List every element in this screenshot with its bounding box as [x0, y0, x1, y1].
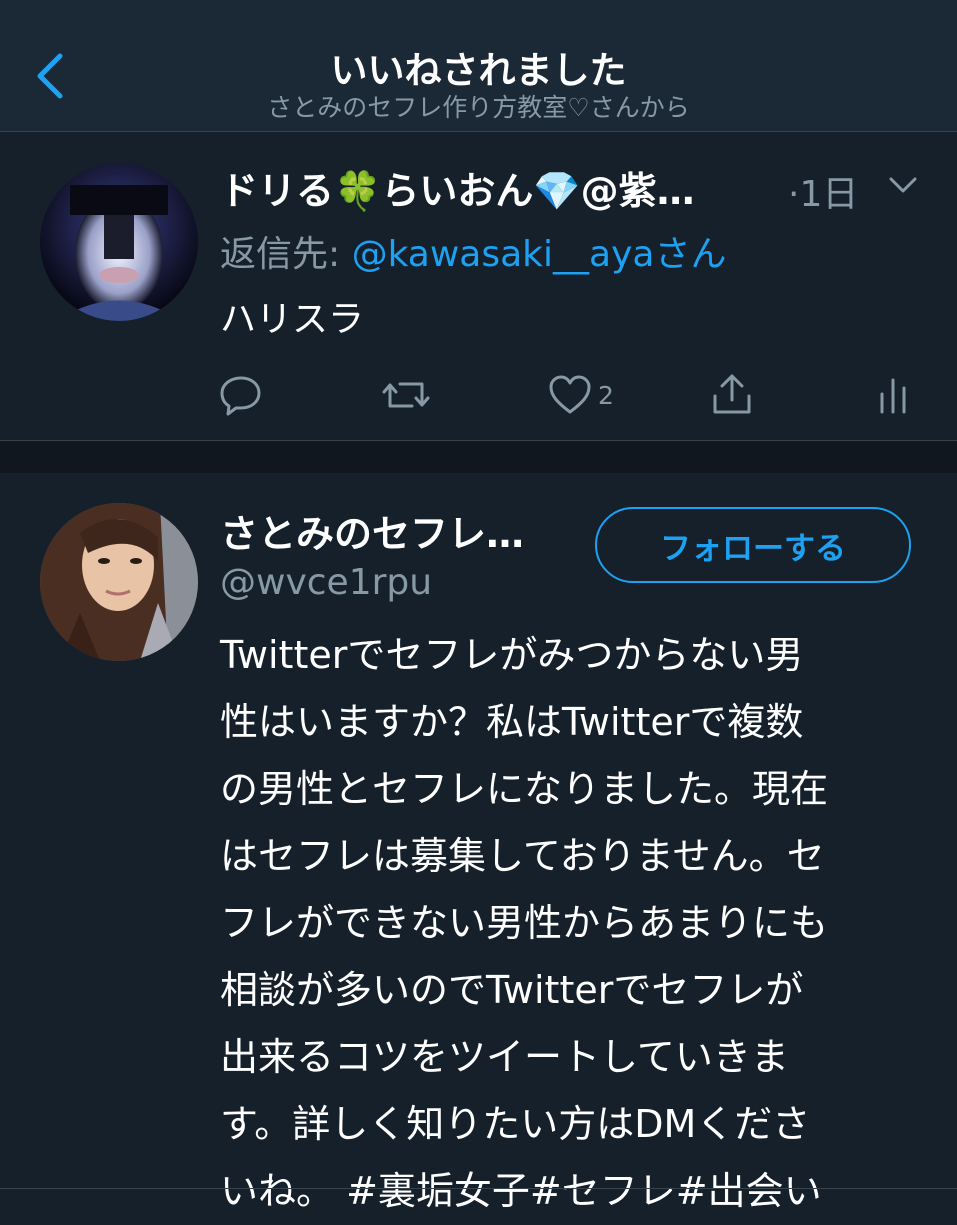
chevron-down-icon: [889, 177, 917, 193]
user-bio: Twitterでセフレがみつからない男 性はいますか？私はTwitterで複数 …: [220, 622, 920, 1225]
tweet-timestamp: ·1日: [788, 174, 859, 215]
retweet-icon: [382, 382, 430, 408]
bio-line: 出来るコツをツイートしていきま: [220, 1035, 789, 1079]
user-handle[interactable]: @wvce1rpu: [220, 562, 432, 603]
like-button[interactable]: 2: [548, 372, 614, 418]
bio-line: いね。 #裏垢女子#セフレ#出会い: [220, 1169, 822, 1213]
divider: [0, 1188, 957, 1189]
share-icon: [713, 374, 751, 414]
follow-button[interactable]: フォローする: [595, 507, 911, 583]
reply-suffix: さん: [654, 234, 727, 275]
reply-mention-link[interactable]: @kawasaki__aya: [352, 234, 655, 275]
analytics-icon: [880, 378, 906, 414]
tweet-text: ハリスラ: [220, 299, 365, 340]
page-title: いいねされました: [330, 49, 627, 92]
bio-line: Twitterでセフレがみつからない男: [220, 633, 804, 677]
tweet-menu-button[interactable]: [885, 172, 921, 198]
like-icon: [549, 375, 591, 414]
reply-button[interactable]: [218, 372, 264, 418]
bio-line: の男性とセフレになりました。現在: [220, 767, 829, 811]
avatar[interactable]: [40, 503, 198, 661]
header: いいねされました さとみのセフレ作り方教室♡さんから: [0, 0, 957, 132]
bio-line: 相談が多いのでTwitterでセフレが: [220, 968, 804, 1012]
bio-line: 性はいますか？私はTwitterで複数: [220, 700, 804, 744]
analytics-button[interactable]: [876, 372, 910, 418]
reply-context: 返信先: @kawasaki__ayaさん: [220, 225, 726, 277]
reply-prefix: 返信先:: [220, 234, 352, 275]
bio-line: フレができない男性からあまりにも: [220, 901, 829, 945]
tweet-author-name[interactable]: ドリる🍀らいおん💎@紫…: [220, 160, 780, 215]
page-subtitle: さとみのセフレ作り方教室♡さんから: [267, 93, 690, 122]
section-divider: [0, 440, 957, 474]
like-count: 2: [598, 380, 614, 410]
reply-icon: [220, 376, 261, 416]
share-button[interactable]: [710, 372, 754, 418]
retweet-button[interactable]: [382, 372, 430, 418]
avatar[interactable]: [40, 163, 198, 321]
bio-line: す。詳しく知りたい方はDMくださ: [220, 1102, 811, 1146]
user-display-name[interactable]: さとみのセフレ…: [220, 503, 524, 558]
bio-line: はセフレは募集しておりません。セ: [220, 834, 825, 878]
